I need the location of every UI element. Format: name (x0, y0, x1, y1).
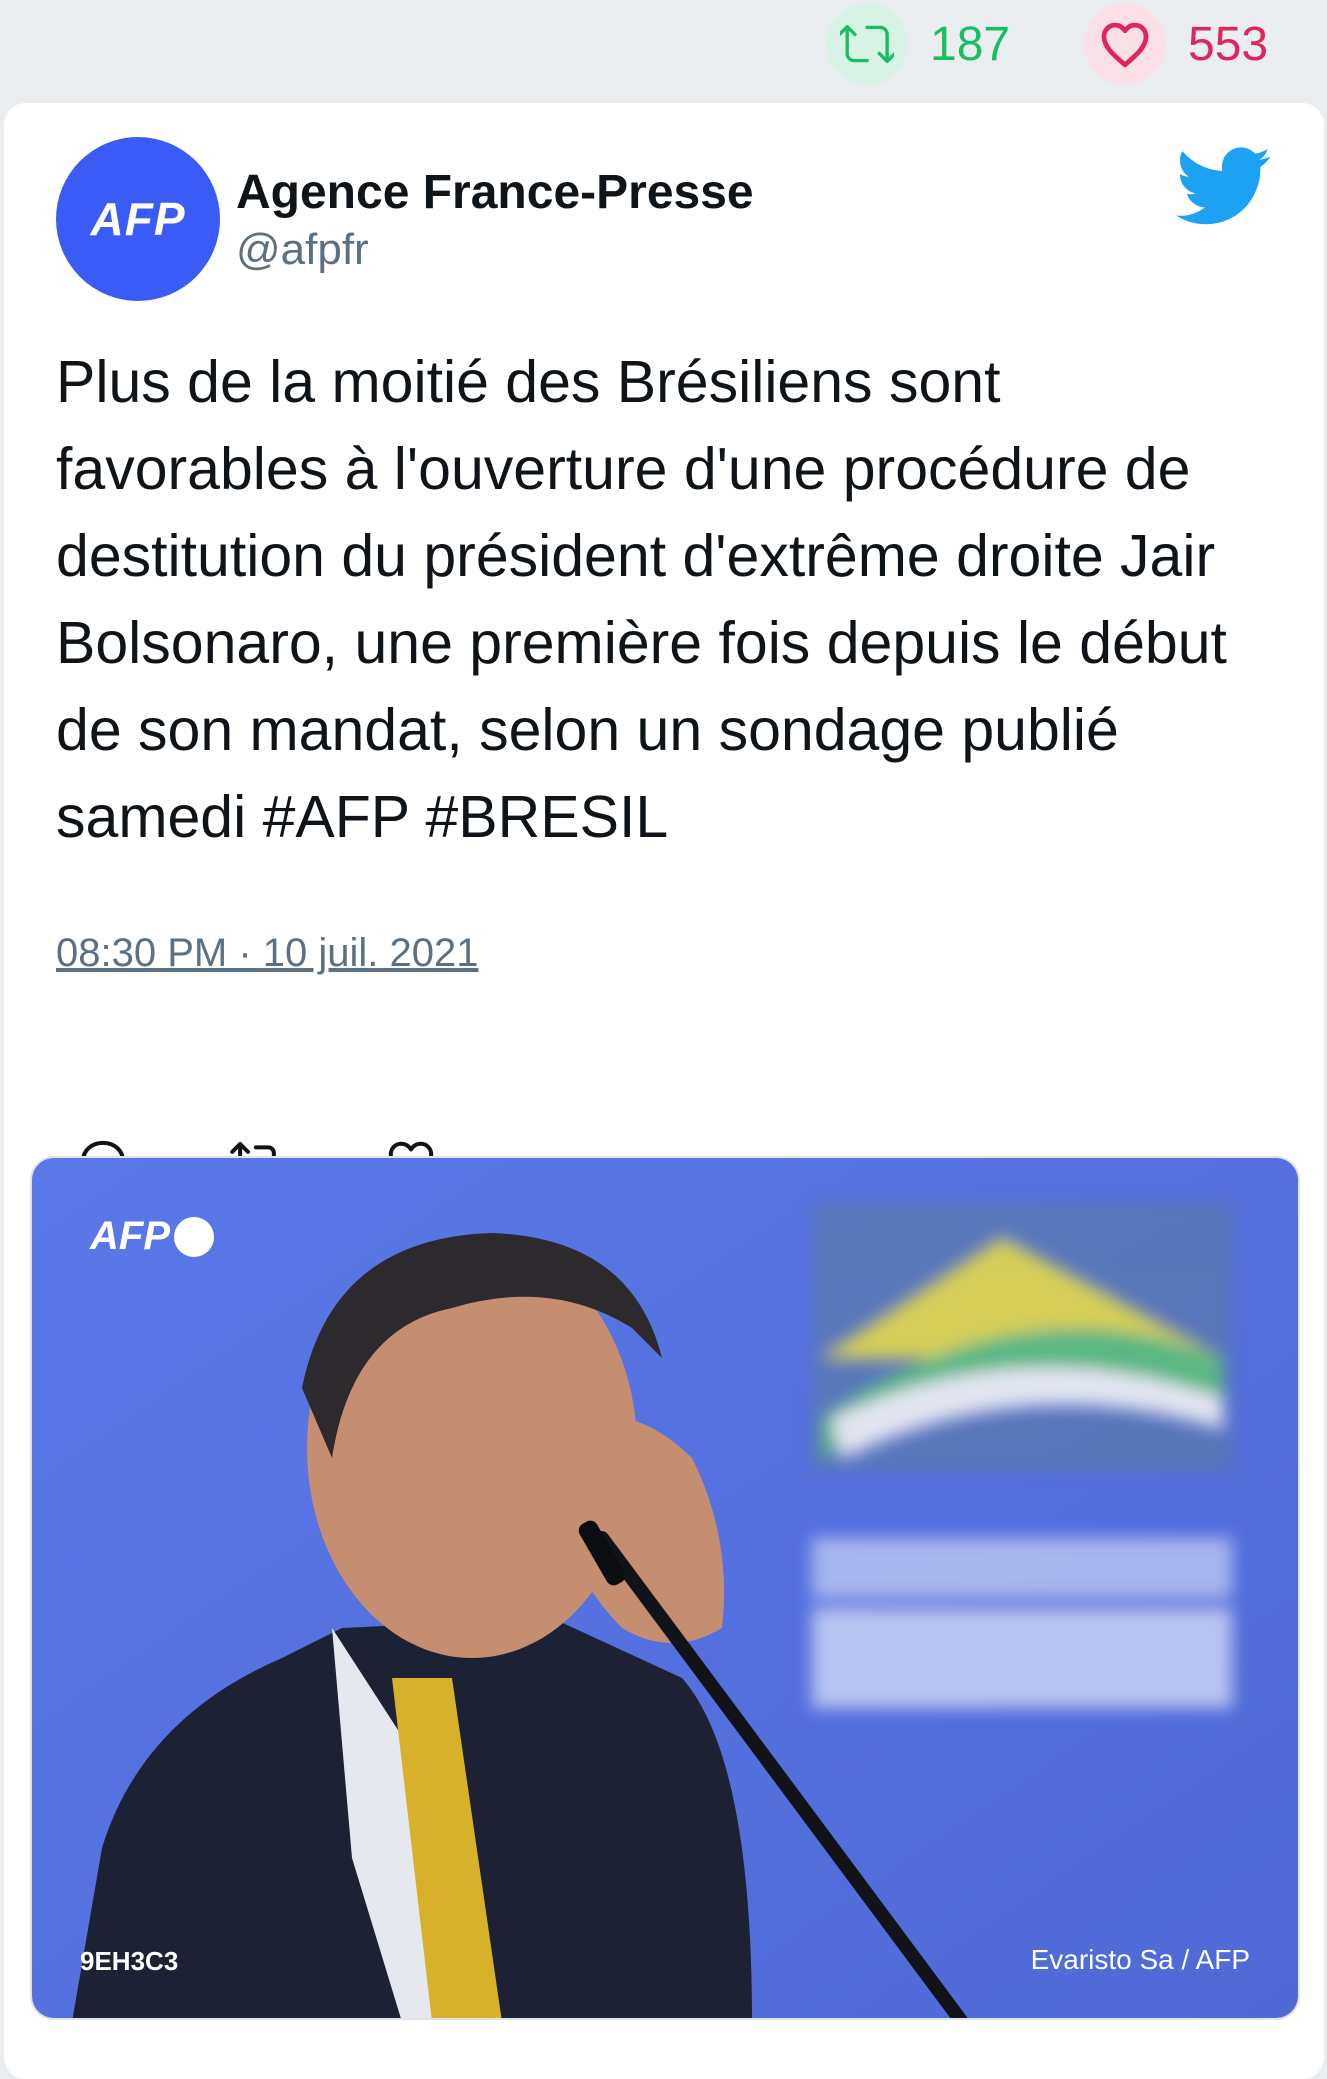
like-stat[interactable]: 553 (1084, 0, 1268, 88)
photo-code: 9EH3C3 (80, 1946, 179, 1976)
author-handle[interactable]: @afpfr (236, 225, 369, 275)
photo-logo-text: AFP (90, 1214, 170, 1258)
tweet-timestamp[interactable]: 08:30 PM · 10 juil. 2021 (56, 931, 478, 976)
avatar[interactable]: AFP (56, 137, 220, 301)
photo-credit: Evaristo Sa / AFP (1030, 1944, 1250, 1975)
tweet-photo[interactable]: AFP 9EH3C3 Evaristo Sa / AFP (30, 1156, 1300, 2020)
retweet-stat[interactable]: 187 (826, 0, 1010, 88)
tweet-stats-bar: 187 553 (0, 0, 1327, 95)
tweet-text: Plus de la moitié des Brésiliens sont fa… (56, 349, 1227, 850)
like-count: 553 (1188, 17, 1269, 71)
heart-icon (1084, 3, 1166, 85)
retweet-icon (826, 3, 908, 85)
tweet-card[interactable]: AFP Agence France-Presse @afpfr Plus de … (4, 103, 1324, 2079)
author-name[interactable]: Agence France-Presse (236, 165, 754, 220)
photo-logo-dot (174, 1216, 214, 1257)
photo-afp-logo: AFP (90, 1214, 214, 1259)
twitter-bird-icon[interactable] (1176, 147, 1272, 227)
avatar-logo-text: AFP (90, 193, 186, 245)
photo-illustration (32, 1158, 1298, 2018)
retweet-count: 187 (930, 17, 1011, 71)
